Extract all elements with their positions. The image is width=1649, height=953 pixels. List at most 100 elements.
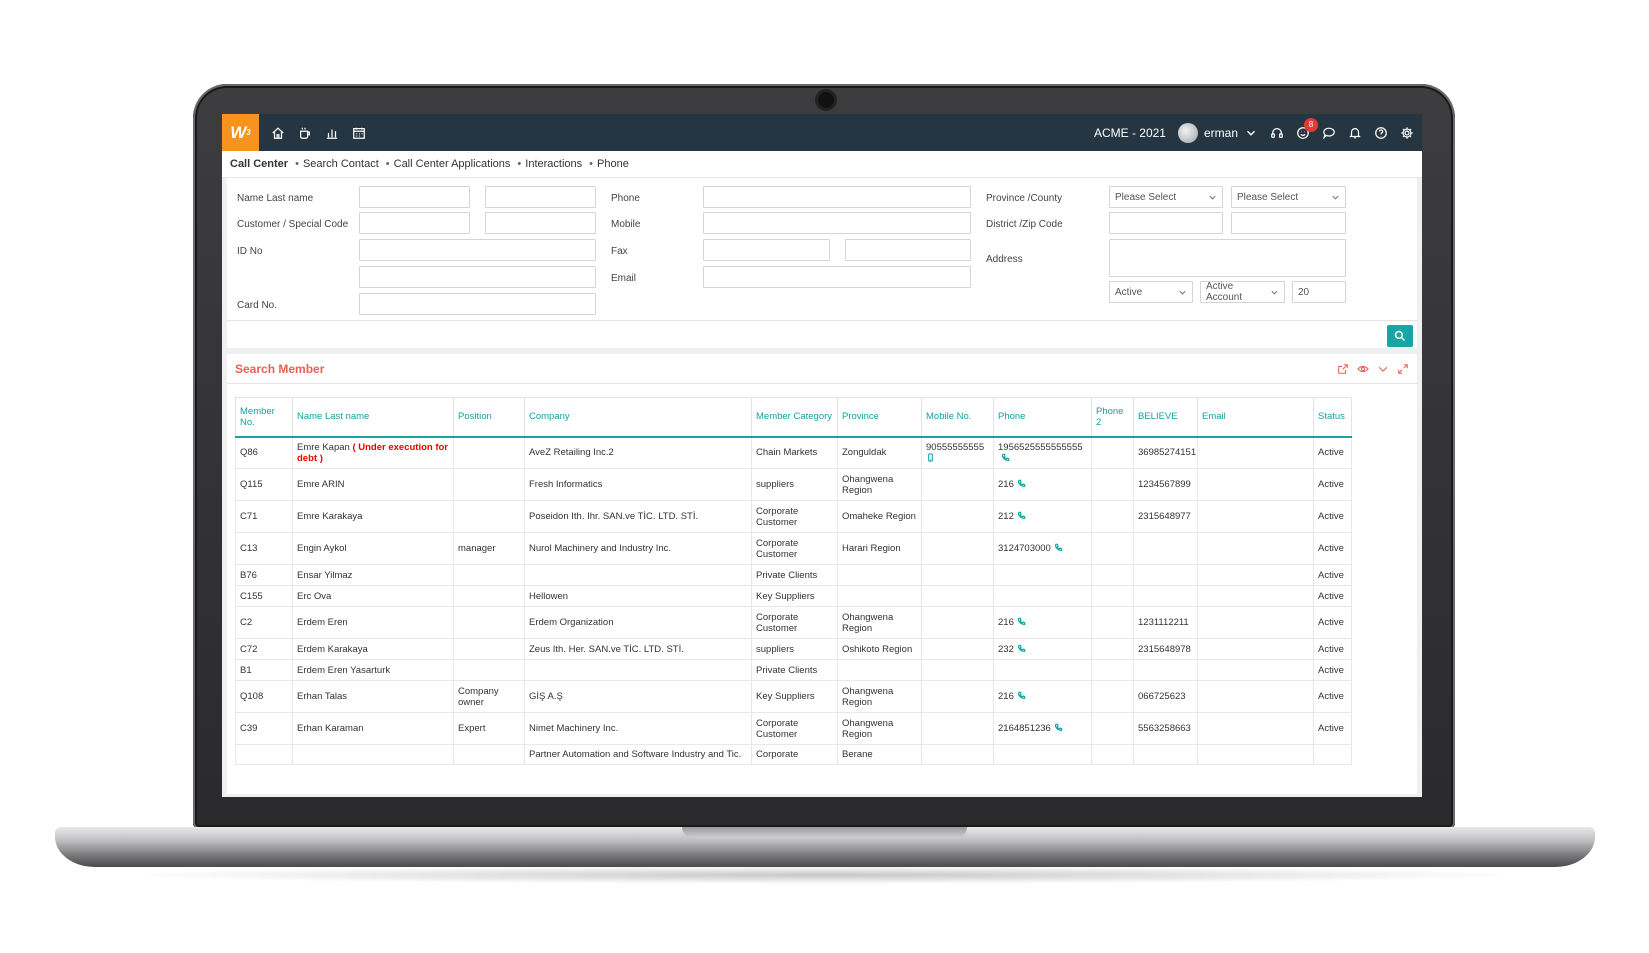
breadcrumb-item-search-contact[interactable]: Search Contact [288, 158, 379, 170]
member-name-link[interactable]: Erhan Karaman [297, 723, 364, 734]
user-menu[interactable]: erman [1177, 122, 1258, 143]
member-name-link[interactable]: Emre Kapan [297, 442, 350, 453]
phone-icon[interactable] [1017, 691, 1026, 700]
member-name-link[interactable]: Emre ARIN [297, 479, 345, 490]
zip-code-input[interactable] [1231, 212, 1346, 234]
phone-icon[interactable] [1054, 723, 1063, 732]
fax-extra-input[interactable] [845, 239, 971, 261]
member-name-link[interactable]: Emre Karakaya [297, 511, 362, 522]
district-input[interactable] [1109, 212, 1223, 234]
home-icon[interactable] [271, 126, 285, 140]
member-name-link[interactable]: Erdem Eren [297, 617, 348, 628]
customer-code-input[interactable] [359, 212, 470, 234]
special-code-input[interactable] [485, 212, 596, 234]
member-name-link[interactable]: Erdem Karakaya [297, 644, 368, 655]
column-header[interactable]: BELIEVE [1133, 397, 1198, 438]
mobile-input[interactable] [703, 212, 971, 234]
name-cell[interactable]: Erdem Karakaya [292, 638, 454, 660]
smiley-icon[interactable]: 8 [1296, 117, 1318, 140]
member-name-link[interactable]: Erdem Eren Yasarturk [297, 665, 390, 676]
last-name-input[interactable] [485, 186, 596, 208]
table-row[interactable]: C71 Emre Karakaya Poseidon Ith. Ihr. SAN… [235, 500, 1352, 533]
chevron-down-icon[interactable] [1377, 363, 1389, 375]
phone-icon[interactable] [1054, 543, 1063, 552]
table-row[interactable]: C39 Erhan Karaman Expert Nimet Machinery… [235, 712, 1352, 745]
table-row[interactable]: Q115 Emre ARIN Fresh Informatics supplie… [235, 468, 1352, 501]
table-row[interactable]: C155 Erc Ova Hellowen Key Suppliers Acti… [235, 585, 1352, 607]
calendar-icon[interactable] [352, 126, 366, 140]
app-logo[interactable]: W3 [222, 114, 259, 151]
column-header[interactable]: Email [1197, 397, 1314, 438]
column-header[interactable]: Status [1313, 397, 1352, 438]
expand-icon[interactable] [1397, 363, 1409, 375]
breadcrumb-item-phone[interactable]: Phone [582, 158, 629, 170]
id-no-input[interactable] [359, 239, 596, 261]
chat-icon[interactable] [1322, 126, 1336, 140]
chart-icon[interactable] [325, 126, 339, 140]
phone-icon[interactable] [1017, 479, 1026, 488]
member-name-link[interactable]: Erc Ova [297, 591, 331, 602]
phone-icon[interactable] [1017, 617, 1026, 626]
page-size-input[interactable]: 20 [1292, 281, 1346, 303]
column-header[interactable]: Phone [993, 397, 1092, 438]
export-icon[interactable] [1337, 363, 1349, 375]
email-input[interactable] [703, 266, 971, 288]
name-cell[interactable]: Emre Kapan ( Under execution for debt ) [292, 436, 454, 469]
mobile-phone-icon[interactable] [926, 453, 935, 462]
member-name-link[interactable]: Erhan Talas [297, 691, 347, 702]
column-header[interactable]: Phone 2 [1091, 397, 1134, 438]
breadcrumb-item-applications[interactable]: Call Center Applications [379, 158, 511, 170]
phone-icon[interactable] [1001, 453, 1010, 462]
breadcrumb-item-call-center[interactable]: Call Center [230, 158, 288, 170]
table-row[interactable]: Partner Automation and Software Industry… [235, 744, 1352, 765]
phone-icon[interactable] [1017, 644, 1026, 653]
name-cell[interactable]: Ensar Yilmaz [292, 564, 454, 586]
name-cell[interactable]: Erc Ova [292, 585, 454, 607]
id-no-extra-input[interactable] [359, 266, 596, 288]
phone-icon[interactable] [1017, 511, 1026, 520]
name-cell[interactable]: Erhan Karaman [292, 712, 454, 745]
table-row[interactable]: Q108 Erhan Talas Company owner GİŞ A.Ş K… [235, 680, 1352, 713]
help-icon[interactable] [1374, 126, 1388, 140]
breadcrumb-item-interactions[interactable]: Interactions [510, 158, 582, 170]
first-name-input[interactable] [359, 186, 470, 208]
table-row[interactable]: B1 Erdem Eren Yasarturk Private Clients … [235, 659, 1352, 681]
account-select[interactable]: Active Account [1200, 281, 1285, 303]
column-header[interactable]: Province [837, 397, 922, 438]
province-select[interactable]: Please Select [1109, 186, 1223, 208]
table-row[interactable]: C13 Engin Aykol manager Nurol Machinery … [235, 532, 1352, 565]
name-cell[interactable]: Emre Karakaya [292, 500, 454, 533]
name-cell[interactable]: Erdem Eren [292, 606, 454, 639]
fax-input[interactable] [703, 239, 830, 261]
column-header[interactable]: Company [524, 397, 752, 438]
table-row[interactable]: C72 Erdem Karakaya Zeus Ith. Her. SAN.ve… [235, 638, 1352, 660]
eye-icon[interactable] [1357, 363, 1369, 375]
column-header[interactable]: Member No. [235, 397, 293, 438]
company-selector[interactable]: ACME - 2021 [1094, 126, 1166, 140]
column-header[interactable]: Mobile No. [921, 397, 994, 438]
table-row[interactable]: B76 Ensar Yilmaz Private Clients Active [235, 564, 1352, 586]
name-cell[interactable]: Emre ARIN [292, 468, 454, 501]
table-row[interactable]: C2 Erdem Eren Erdem Organization Corpora… [235, 606, 1352, 639]
gear-icon[interactable] [1400, 126, 1414, 140]
name-cell[interactable]: Erhan Talas [292, 680, 454, 713]
status-select[interactable]: Active [1109, 281, 1193, 303]
bell-icon[interactable] [1348, 126, 1362, 140]
card-no-input[interactable] [359, 293, 596, 315]
table-row[interactable]: Q86 Emre Kapan ( Under execution for deb… [235, 436, 1352, 469]
headset-icon[interactable] [1270, 126, 1284, 140]
column-header[interactable]: Name Last name [292, 397, 454, 438]
county-select[interactable]: Please Select [1231, 186, 1346, 208]
column-header[interactable]: Position [453, 397, 525, 438]
member-name-link[interactable]: Engin Aykol [297, 543, 346, 554]
coffee-icon[interactable] [298, 126, 312, 140]
name-cell[interactable]: Engin Aykol [292, 532, 454, 565]
name-cell[interactable] [292, 744, 454, 765]
search-button[interactable] [1387, 325, 1413, 347]
address-textarea[interactable] [1109, 239, 1346, 277]
name-cell[interactable]: Erdem Eren Yasarturk [292, 659, 454, 681]
company-cell: Zeus Ith. Her. SAN.ve TİC. LTD. STİ. [524, 638, 752, 660]
column-header[interactable]: Member Category [751, 397, 838, 438]
member-name-link[interactable]: Ensar Yilmaz [297, 570, 352, 581]
phone-input[interactable] [703, 186, 971, 208]
